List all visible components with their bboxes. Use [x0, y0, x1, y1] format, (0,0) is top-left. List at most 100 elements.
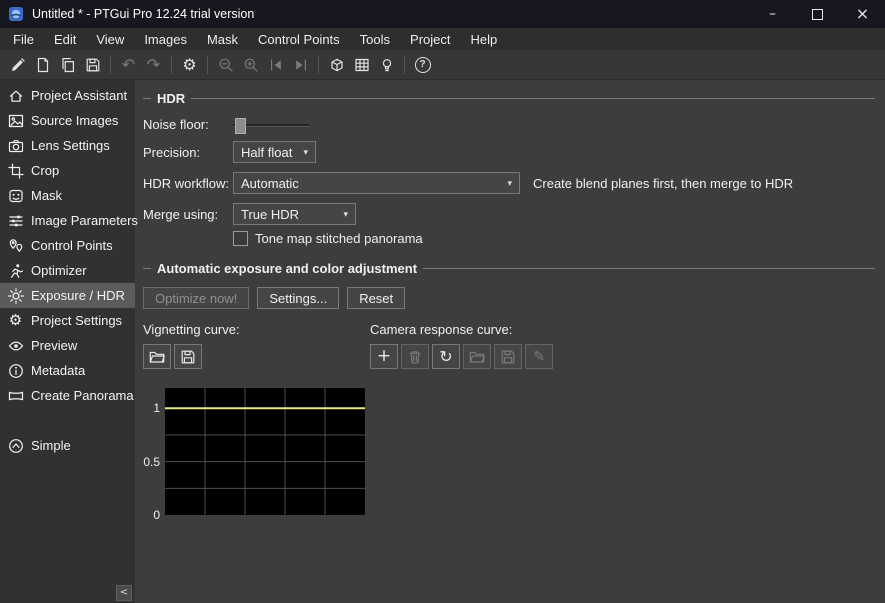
section-title-hdr: HDR: [157, 91, 185, 106]
vignetting-chart-y-axis: 10.50: [143, 388, 165, 515]
load-vignetting-button[interactable]: [143, 344, 171, 369]
detail-viewer-icon[interactable]: [349, 53, 374, 77]
sidebar-item-lens-settings[interactable]: Lens Settings: [0, 133, 135, 158]
menu-help[interactable]: Help: [461, 30, 508, 49]
save-icon: [180, 349, 197, 365]
sidebar-item-label: Optimizer: [31, 263, 87, 278]
save-vignetting-button[interactable]: [174, 344, 202, 369]
gear-icon: ⚙: [7, 313, 24, 329]
sidebar-item-image-parameters[interactable]: Image Parameters: [0, 208, 135, 233]
eye-icon: [7, 338, 24, 354]
sidebar-item-project-assistant[interactable]: Project Assistant: [0, 83, 135, 108]
sidebar-item-control-points[interactable]: Control Points: [0, 233, 135, 258]
menu-view[interactable]: View: [86, 30, 134, 49]
undo-icon[interactable]: ↶: [116, 53, 141, 77]
sidebar-item-create-panorama[interactable]: Create Panorama: [0, 383, 135, 408]
hdr-workflow-hint: Create blend planes first, then merge to…: [533, 176, 793, 191]
sidebar-item-source-images[interactable]: Source Images: [0, 108, 135, 133]
prev-image-icon[interactable]: [263, 53, 288, 77]
mask-icon: [7, 188, 24, 204]
tone-map-checkbox[interactable]: [233, 231, 248, 246]
window-title: Untitled * - PTGui Pro 12.24 trial versi…: [32, 7, 254, 21]
preview-bulb-icon[interactable]: [374, 53, 399, 77]
y-tick-label: 1: [153, 401, 160, 415]
sidebar-item-label: Image Parameters: [31, 213, 138, 228]
zoom-in-icon[interactable]: [238, 53, 263, 77]
hdr-section-header: HDR: [143, 91, 875, 106]
zoom-out-icon[interactable]: [213, 53, 238, 77]
hdr-workflow-dropdown[interactable]: Automatic ▾: [233, 172, 520, 194]
title-bar: Untitled * - PTGui Pro 12.24 trial versi…: [0, 0, 885, 28]
slider-handle[interactable]: [235, 118, 246, 134]
minimize-button[interactable]: –: [750, 0, 795, 28]
sidebar-item-label: Lens Settings: [31, 138, 110, 153]
hdr-workflow-row: HDR workflow: Automatic ▾ Create blend p…: [143, 172, 875, 194]
copy-icon[interactable]: [55, 53, 80, 77]
sidebar-item-preview[interactable]: Preview: [0, 333, 135, 358]
menu-file[interactable]: File: [3, 30, 44, 49]
reload-curve-button[interactable]: ↻: [432, 344, 460, 369]
add-curve-button[interactable]: +: [370, 344, 398, 369]
app-logo-icon: [8, 6, 24, 22]
document-icon[interactable]: [30, 53, 55, 77]
sidebar-item-label: Simple: [31, 438, 71, 453]
menu-bar: File Edit View Images Mask Control Point…: [0, 28, 885, 50]
save-icon[interactable]: [80, 53, 105, 77]
next-image-icon[interactable]: [288, 53, 313, 77]
close-button[interactable]: ×: [840, 0, 885, 28]
menu-project[interactable]: Project: [400, 30, 460, 49]
sidebar-item-label: Control Points: [31, 238, 113, 253]
edit-pencil-icon[interactable]: [5, 53, 30, 77]
sidebar-item-label: Crop: [31, 163, 59, 178]
vignetting-chart-block: 10.50: [143, 388, 370, 515]
optimize-now-button[interactable]: Optimize now!: [143, 287, 249, 309]
load-curve-button[interactable]: [463, 344, 491, 369]
sidebar-item-project-settings[interactable]: ⚙ Project Settings: [0, 308, 135, 333]
sidebar-item-label: Metadata: [31, 363, 85, 378]
sidebar-item-crop[interactable]: Crop: [0, 158, 135, 183]
redo-icon[interactable]: ↷: [141, 53, 166, 77]
delete-curve-button[interactable]: [401, 344, 429, 369]
y-tick-label: 0.5: [143, 455, 160, 469]
menu-images[interactable]: Images: [134, 30, 197, 49]
camera-response-curve-label: Camera response curve:: [370, 322, 556, 337]
vignetting-column: Vignetting curve: 10.50: [143, 322, 370, 515]
sidebar-item-simple[interactable]: Simple: [0, 433, 135, 458]
help-icon[interactable]: ?: [410, 53, 435, 77]
noise-floor-slider[interactable]: [233, 118, 309, 132]
toolbar-separator: [207, 56, 208, 74]
pins-icon: [7, 238, 24, 254]
edit-curve-button[interactable]: ✎: [525, 344, 553, 369]
minimize-icon: –: [769, 7, 776, 21]
menu-tools[interactable]: Tools: [350, 30, 400, 49]
noise-floor-row: Noise floor:: [143, 117, 875, 132]
merge-using-dropdown[interactable]: True HDR ▾: [233, 203, 356, 225]
menu-mask[interactable]: Mask: [197, 30, 248, 49]
precision-value: Half float: [241, 145, 292, 160]
panorama-icon: [7, 388, 24, 404]
crop-icon: [7, 163, 24, 179]
sidebar-item-metadata[interactable]: Metadata: [0, 358, 135, 383]
app-window: Untitled * - PTGui Pro 12.24 trial versi…: [0, 0, 885, 603]
panorama-editor-icon[interactable]: [324, 53, 349, 77]
folder-open-icon: [149, 349, 166, 365]
save-curve-button[interactable]: [494, 344, 522, 369]
sidebar-item-label: Create Panorama: [31, 388, 134, 403]
toolbar-separator: [318, 56, 319, 74]
settings-button[interactable]: Settings...: [257, 287, 339, 309]
maximize-button[interactable]: [795, 0, 840, 28]
menu-control-points[interactable]: Control Points: [248, 30, 350, 49]
curves-area: Vignetting curve: 10.50: [143, 322, 875, 515]
precision-dropdown[interactable]: Half float ▾: [233, 141, 316, 163]
toolbar: ↶ ↷ ⚙ ?: [0, 50, 885, 80]
collapse-sidebar-button[interactable]: <: [116, 585, 132, 601]
reset-button[interactable]: Reset: [347, 287, 405, 309]
sidebar-item-mask[interactable]: Mask: [0, 183, 135, 208]
sidebar-item-label: Preview: [31, 338, 77, 353]
sidebar-item-exposure-hdr[interactable]: Exposure / HDR: [0, 283, 135, 308]
menu-edit[interactable]: Edit: [44, 30, 86, 49]
settings-gear-icon[interactable]: ⚙: [177, 53, 202, 77]
section-title-auto-adjust: Automatic exposure and color adjustment: [157, 261, 417, 276]
merge-using-row: Merge using: True HDR ▾: [143, 203, 875, 225]
sidebar-item-optimizer[interactable]: Optimizer: [0, 258, 135, 283]
